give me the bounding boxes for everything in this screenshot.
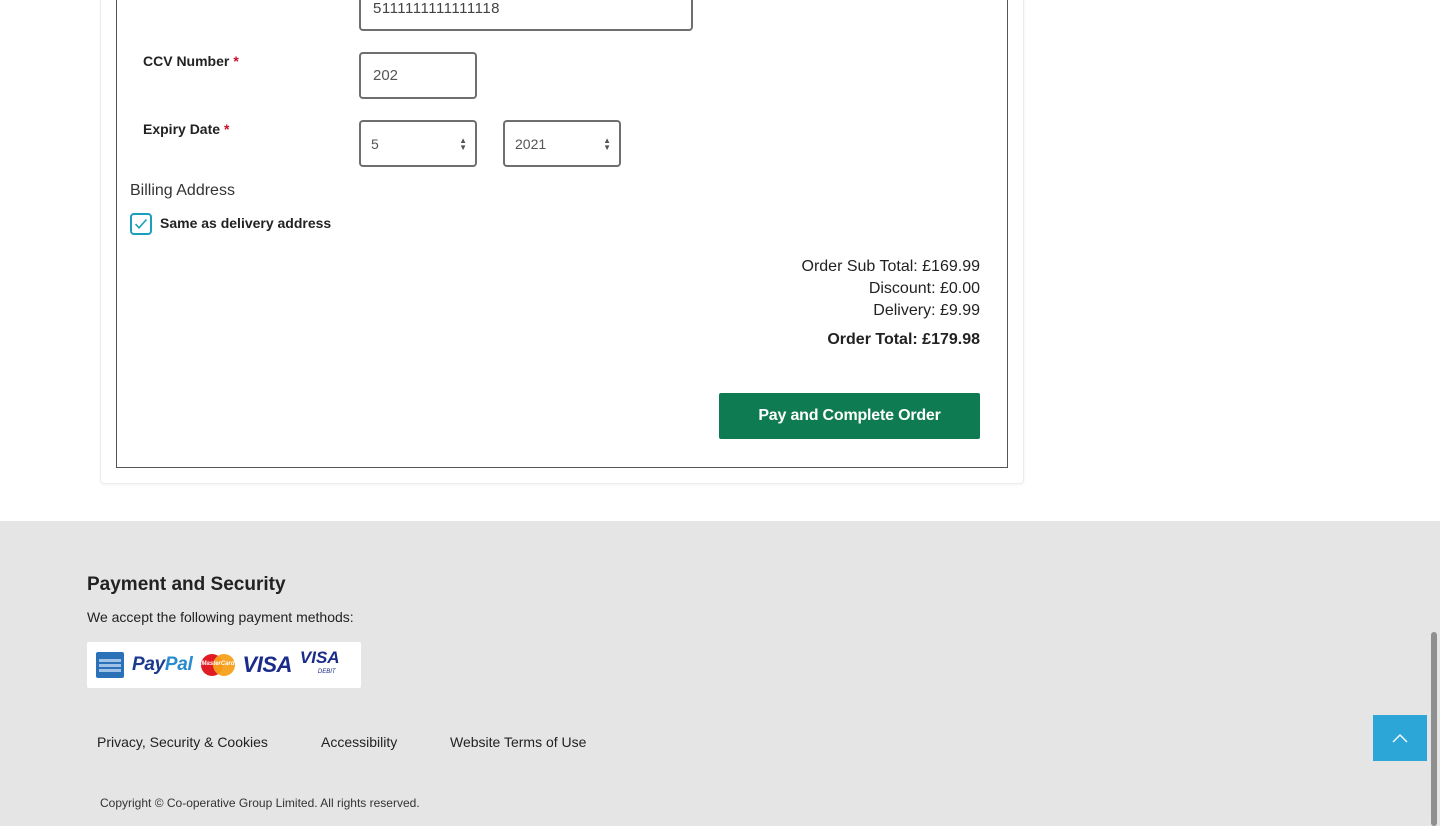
billing-address-heading: Billing Address	[130, 182, 235, 199]
scrollbar[interactable]	[1431, 632, 1437, 826]
select-arrows-icon: ▲ ▼	[603, 135, 611, 152]
ccv-value: 202	[373, 67, 399, 84]
expiry-label: Expiry Date *	[143, 121, 230, 137]
discount-line: Discount: £0.00	[868, 280, 980, 297]
expiry-month-select[interactable]: 5 ▲ ▼	[359, 120, 477, 167]
privacy-link[interactable]: Privacy, Security & Cookies	[97, 734, 268, 750]
same-as-delivery-checkbox[interactable]	[130, 213, 152, 235]
required-marker: *	[233, 53, 239, 69]
mastercard-logo-icon: MasterCard	[200, 654, 235, 676]
terms-link[interactable]: Website Terms of Use	[450, 734, 586, 750]
payment-methods-text: We accept the following payment methods:	[87, 609, 354, 625]
required-marker: *	[224, 121, 230, 137]
ccv-label: CCV Number *	[143, 53, 239, 69]
order-summary: Order Sub Total: £169.99 Discount: £0.00…	[802, 256, 981, 322]
copyright: Copyright © Co-operative Group Limited. …	[100, 796, 420, 810]
amex-logo-icon	[96, 652, 124, 678]
back-to-top-button[interactable]	[1373, 715, 1427, 761]
card-number-input[interactable]: 5111111111111118	[359, 0, 693, 31]
ccv-input[interactable]: 202	[359, 52, 477, 99]
pay-complete-order-button[interactable]: Pay and Complete Order	[719, 393, 980, 439]
delivery-line: Delivery: £9.99	[873, 302, 980, 319]
paypal-logo-icon: PayPal	[132, 654, 193, 675]
select-arrows-icon: ▲ ▼	[459, 135, 467, 152]
chevron-up-icon	[1392, 734, 1408, 743]
visa-logo-icon: VISA	[242, 652, 293, 677]
order-total: Order Total: £179.98	[827, 331, 980, 348]
visa-debit-logo-icon: VISA DEBIT	[299, 648, 340, 675]
payment-methods-logos: PayPal MasterCard VISA VISA DEBIT	[87, 642, 361, 688]
checkmark-icon	[134, 218, 148, 229]
footer: Payment and Security We accept the follo…	[0, 521, 1440, 826]
card-number-value: 5111111111111118	[373, 0, 501, 17]
expiry-year-select[interactable]: 2021 ▲ ▼	[503, 120, 621, 167]
accessibility-link[interactable]: Accessibility	[321, 734, 397, 750]
subtotal-line: Order Sub Total: £169.99	[801, 258, 981, 275]
same-as-delivery-label[interactable]: Same as delivery address	[160, 215, 331, 231]
expiry-month-value: 5	[371, 135, 379, 152]
footer-title: Payment and Security	[87, 574, 286, 595]
expiry-year-value: 2021	[515, 135, 547, 152]
